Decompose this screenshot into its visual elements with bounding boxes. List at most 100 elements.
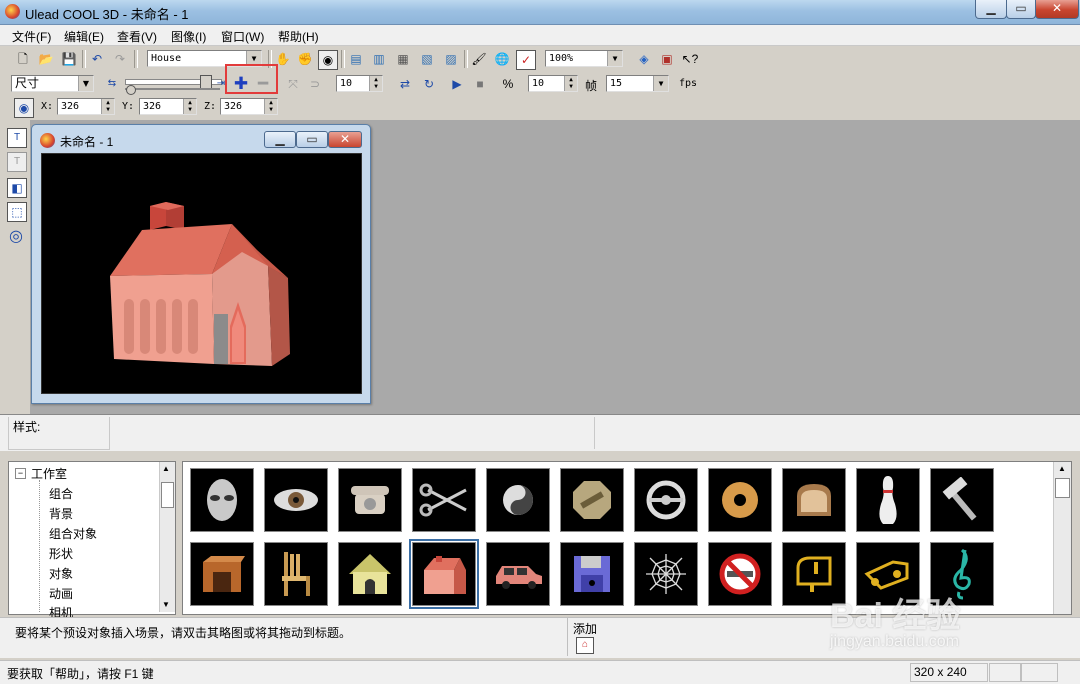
view-side-icon[interactable]: ▥: [370, 50, 388, 68]
fps-label: fps: [679, 78, 698, 89]
3d-viewport[interactable]: [41, 153, 362, 394]
tree-item-group[interactable]: 组合: [49, 485, 73, 502]
view-front-icon[interactable]: ▤: [347, 50, 365, 68]
camera-tool-icon[interactable]: ◎: [7, 228, 25, 246]
menu-file[interactable]: 文件(F): [12, 28, 51, 45]
thumb-no-smoking[interactable]: [708, 542, 772, 606]
thumb-doghouse[interactable]: [338, 542, 402, 606]
minimize-button[interactable]: ▁: [975, 0, 1007, 19]
frame-count-field[interactable]: 10 ▲ ▼: [528, 75, 578, 92]
document-icon: [40, 133, 55, 148]
view-bottom-icon[interactable]: ▧: [418, 50, 436, 68]
fps-select[interactable]: 15 ▼: [606, 75, 669, 92]
add-object-icon[interactable]: ⌂: [576, 637, 594, 654]
reverse-icon[interactable]: ⊃: [306, 75, 324, 93]
thumb-hammer[interactable]: [930, 468, 994, 532]
status-bar: 要获取「帮助」，请按 F1 键 320 x 240: [0, 660, 1080, 684]
globe-icon[interactable]: 🌐: [493, 50, 511, 68]
thumb-yin-yang[interactable]: [486, 468, 550, 532]
doc-maximize-button[interactable]: ▭: [296, 131, 328, 148]
position-icon[interactable]: ◉: [14, 98, 34, 118]
tree-root[interactable]: 工作室: [31, 465, 67, 482]
zoom-select[interactable]: 100% ▼: [545, 50, 623, 67]
x-field[interactable]: 326 ▲ ▼: [57, 98, 115, 115]
menu-window[interactable]: 窗口(W): [221, 28, 264, 45]
thumb-chair[interactable]: [264, 542, 328, 606]
view-top-icon[interactable]: ▦: [394, 50, 412, 68]
thumb-floppy-disk[interactable]: [560, 542, 624, 606]
menu-image[interactable]: 图像(I): [171, 28, 206, 45]
close-button[interactable]: ✕: [1035, 0, 1079, 19]
target-icon[interactable]: ◉: [318, 50, 338, 70]
window-title: Ulead COOL 3D - 未命名 - 1: [25, 7, 189, 22]
menu-view[interactable]: 查看(V): [117, 28, 157, 45]
resize-icon[interactable]: ⇆: [103, 75, 121, 93]
gallery-scrollbar[interactable]: ▲: [1053, 462, 1071, 614]
undo-icon[interactable]: ↶: [88, 50, 106, 68]
thumb-house[interactable]: [409, 539, 479, 609]
view-back-icon[interactable]: ▨: [442, 50, 460, 68]
menu-help[interactable]: 帮助(H): [278, 28, 319, 45]
category-tree[interactable]: − 工作室 组合 背景 组合对象 形状 对象 动画 相机 ▲ ▼: [8, 461, 176, 620]
doc-minimize-button[interactable]: ▁: [264, 131, 296, 148]
edit-text-icon[interactable]: T: [7, 152, 27, 172]
export-icon[interactable]: ▣: [658, 50, 676, 68]
checkbox-icon[interactable]: ✓: [516, 50, 536, 70]
attribute-select[interactable]: 尺寸 ▼: [11, 75, 94, 92]
thumb-telephone[interactable]: [338, 468, 402, 532]
frame-value-field[interactable]: 10 ▲ ▼: [336, 75, 383, 92]
save-icon[interactable]: 💾: [60, 50, 78, 68]
play-icon[interactable]: ▶: [448, 75, 466, 93]
menu-edit[interactable]: 编辑(E): [64, 28, 104, 45]
percent-icon[interactable]: %: [499, 75, 517, 93]
repeat-icon[interactable]: ↻: [420, 75, 438, 93]
z-field[interactable]: 326 ▲ ▼: [220, 98, 278, 115]
y-field[interactable]: 326 ▲ ▼: [139, 98, 197, 115]
thumb-alien-mask[interactable]: [190, 468, 254, 532]
thumb-wooden-box[interactable]: [190, 542, 254, 606]
menu-bar: 文件(F) 编辑(E) 查看(V) 图像(I) 窗口(W) 帮助(H): [0, 25, 1080, 46]
stop-icon[interactable]: ■: [471, 75, 489, 93]
object-tool-icon[interactable]: ◧: [7, 178, 27, 198]
select-tool-icon[interactable]: ⬚: [7, 202, 27, 222]
new-file-icon[interactable]: 🗋: [14, 50, 32, 68]
doc-close-button[interactable]: ✕: [328, 131, 362, 148]
tree-item-object[interactable]: 对象: [49, 565, 73, 582]
remove-keyframe-icon[interactable]: ━: [254, 74, 272, 92]
thumb-steering-wheel[interactable]: [634, 468, 698, 532]
tree-item-animation[interactable]: 动画: [49, 585, 73, 602]
secondary-slider-thumb[interactable]: [126, 85, 136, 95]
tree-item-background[interactable]: 背景: [49, 505, 73, 522]
open-folder-icon[interactable]: 📂: [37, 50, 55, 68]
tree-item-shape[interactable]: 形状: [49, 545, 73, 562]
thumb-bread[interactable]: [782, 468, 846, 532]
thumb-bowling-pin[interactable]: [856, 468, 920, 532]
thumb-car[interactable]: [486, 542, 550, 606]
secondary-slider-track[interactable]: [125, 88, 220, 90]
thumb-eye[interactable]: [264, 468, 328, 532]
tree-collapse-icon[interactable]: −: [15, 468, 26, 479]
loop-icon[interactable]: ⇄: [396, 75, 414, 93]
attribute-toolbar: 尺寸 ▼ ⇆ ⇥ ✚ ━ ⤧ ⊃ 10 ▲ ▼ ⇄ ↻ ▶ ■ % 10 ▲ ▼ 帧…: [0, 64, 1080, 96]
split-icon[interactable]: ⤧: [284, 75, 302, 93]
house-model: [110, 202, 290, 366]
thumb-scissors[interactable]: [412, 468, 476, 532]
add-label: 添加: [573, 622, 598, 636]
thumb-stop-sign[interactable]: [560, 468, 624, 532]
render-icon[interactable]: ◈: [635, 50, 653, 68]
z-label: Z:: [204, 101, 217, 112]
tree-scrollbar[interactable]: ▲ ▼: [159, 462, 175, 612]
add-keyframe-icon[interactable]: ✚: [232, 74, 250, 92]
brush-icon[interactable]: 🖌: [470, 50, 488, 68]
style-panel: 样式:: [0, 414, 1080, 451]
redo-icon[interactable]: ↷: [111, 50, 129, 68]
tree-item-group-object[interactable]: 组合对象: [49, 525, 97, 542]
text-tool-icon[interactable]: T: [7, 128, 27, 148]
thumb-spider-web[interactable]: [634, 542, 698, 606]
document-window[interactable]: 未命名 - 1 ▁ ▭ ✕: [31, 124, 371, 404]
size-slider-thumb[interactable]: [200, 75, 212, 89]
context-help-icon[interactable]: ↖?: [681, 50, 699, 68]
rotate-hand-icon[interactable]: ✊: [296, 50, 314, 68]
thumb-donut[interactable]: [708, 468, 772, 532]
maximize-button[interactable]: ▭: [1006, 0, 1036, 19]
